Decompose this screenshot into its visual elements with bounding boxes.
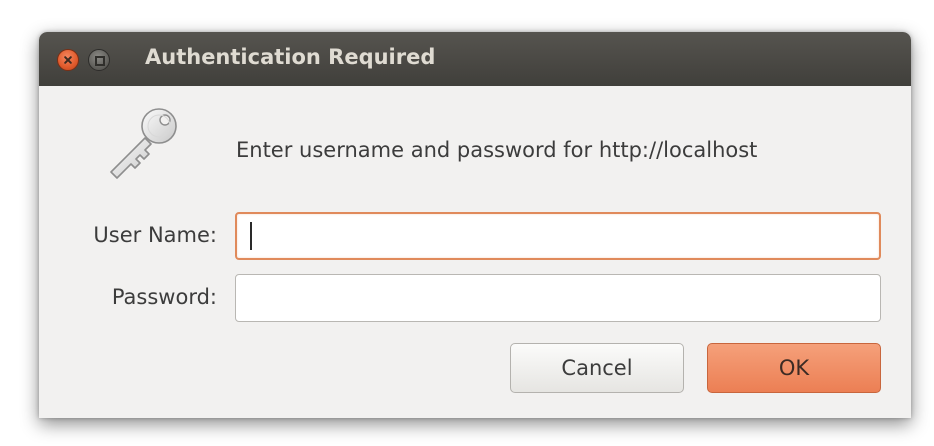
key-icon (110, 108, 177, 179)
cancel-button[interactable]: Cancel (510, 343, 684, 393)
page: Authentication Required Enter username a… (0, 0, 934, 446)
maximize-icon[interactable] (88, 49, 110, 71)
window-title: Authentication Required (145, 45, 436, 69)
username-field[interactable] (235, 212, 881, 260)
titlebar: Authentication Required (39, 32, 911, 86)
close-icon[interactable] (57, 49, 79, 71)
password-label: Password: (111, 285, 217, 309)
username-label: User Name: (93, 223, 217, 247)
auth-message: Enter username and password for http://l… (236, 138, 758, 162)
text-caret (250, 222, 252, 250)
ok-button[interactable]: OK (707, 343, 881, 393)
auth-dialog: Authentication Required Enter username a… (39, 32, 911, 418)
password-field[interactable] (235, 274, 881, 322)
